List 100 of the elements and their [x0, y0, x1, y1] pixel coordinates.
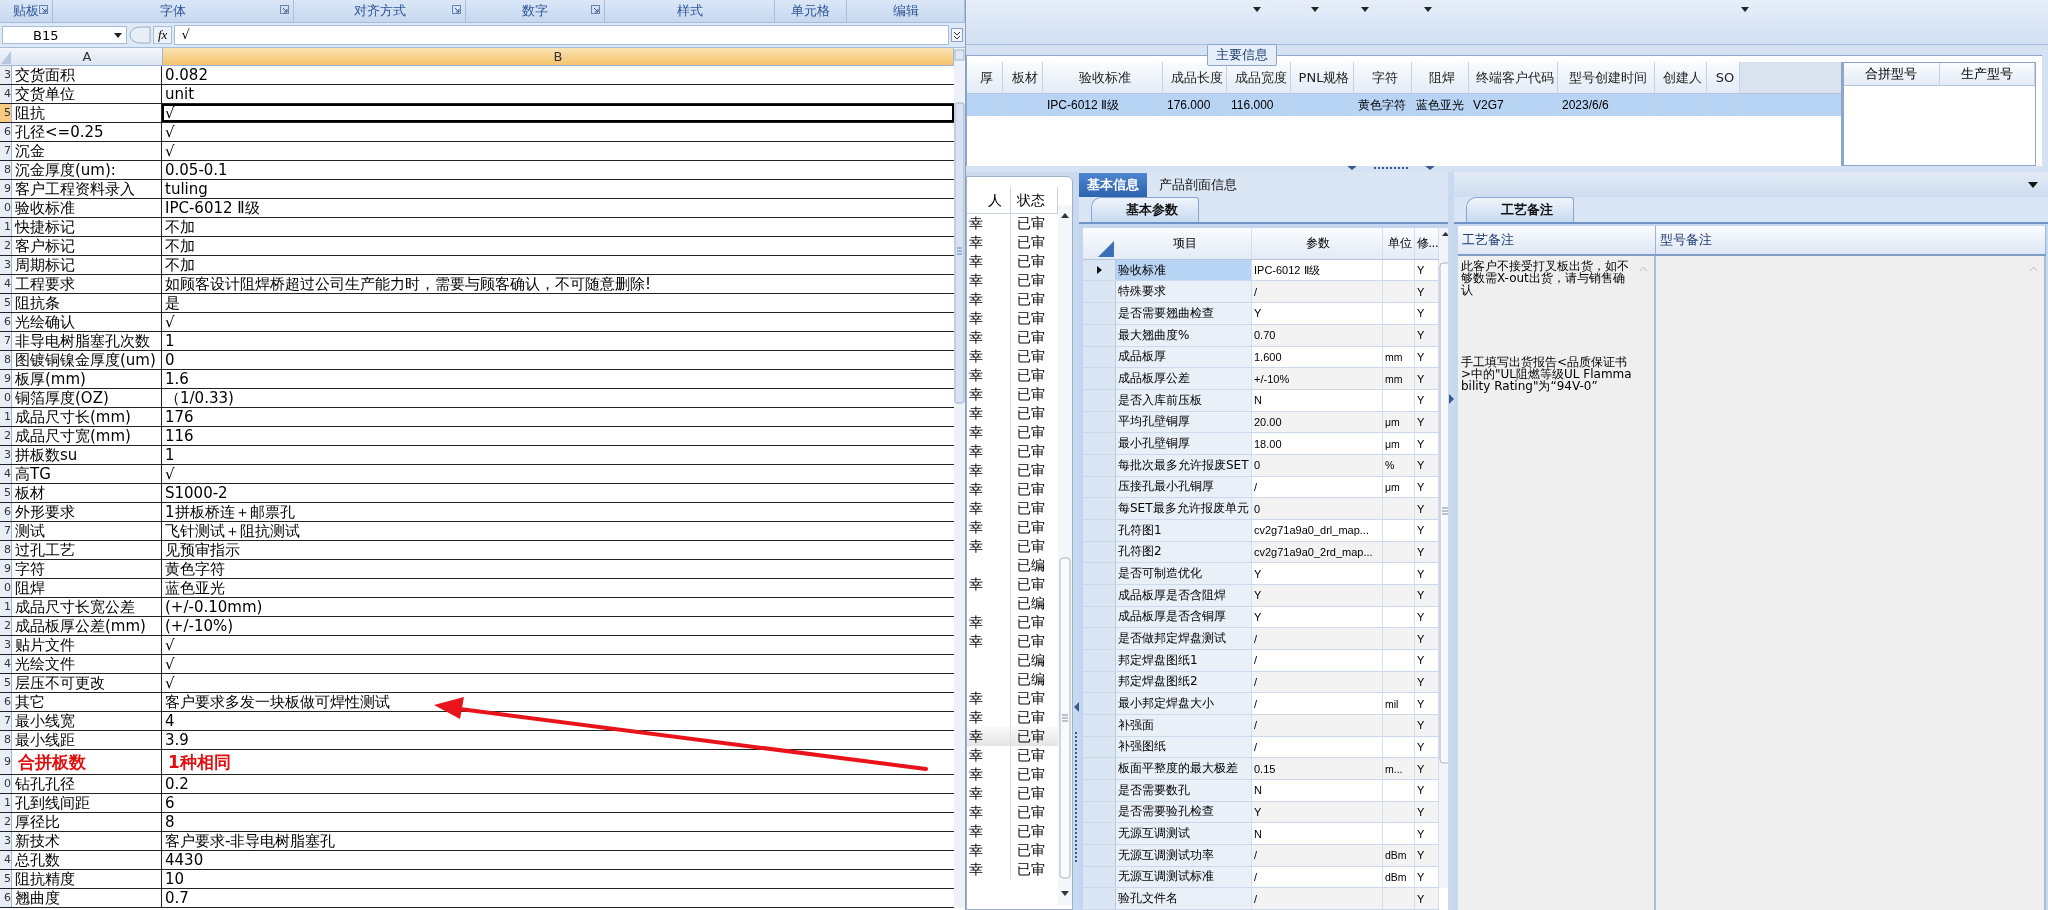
name-box[interactable]: B15: [2, 26, 127, 44]
column-header[interactable]: 字符: [1354, 62, 1412, 93]
row-header[interactable]: 3: [0, 66, 12, 84]
list-row[interactable]: 幸 已审: [967, 271, 1058, 290]
list-row[interactable]: 幸 已审: [967, 746, 1058, 765]
list-row[interactable]: 幸 已审: [967, 537, 1058, 556]
list-row[interactable]: 已编: [967, 670, 1058, 689]
column-header[interactable]: B: [163, 48, 954, 65]
row-header[interactable]: 9: [0, 560, 12, 578]
list-row[interactable]: 幸 已审: [967, 214, 1058, 233]
dialog-launcher-icon[interactable]: [39, 5, 48, 14]
dialog-launcher-icon[interactable]: [452, 5, 461, 14]
tab[interactable]: 基本信息: [1079, 173, 1147, 197]
row-header[interactable]: 8: [0, 161, 12, 179]
column-header[interactable]: 终端客户代码: [1469, 62, 1558, 93]
list-row[interactable]: 幸 已审: [967, 480, 1058, 499]
row-header[interactable]: 4: [0, 655, 12, 673]
column-header[interactable]: 参数: [1252, 228, 1383, 259]
table-row[interactable]: IPC-6012 Ⅱ级 176.000 116.000 黄色字符 蓝色亚光 V2G7 2023/6/6: [967, 94, 1841, 116]
list-row[interactable]: 幸 已审: [967, 841, 1058, 860]
row-header[interactable]: 3: [0, 832, 12, 850]
list-row[interactable]: 幸 已审: [967, 803, 1058, 822]
row-header[interactable]: 1: [0, 794, 12, 812]
list-row[interactable]: 幸 已审: [967, 252, 1058, 271]
row-header[interactable]: 0: [0, 579, 12, 597]
list-row[interactable]: 幸 已审: [967, 328, 1058, 347]
row-header[interactable]: 3: [0, 446, 12, 464]
tab[interactable]: 基本参数: [1091, 197, 1199, 222]
column-header[interactable]: 验收标准: [1043, 62, 1163, 93]
list-row[interactable]: 幸 已审: [967, 233, 1058, 252]
row-header[interactable]: 2: [0, 617, 12, 635]
dialog-launcher-icon[interactable]: [591, 5, 600, 14]
formula-field[interactable]: √: [174, 25, 949, 45]
list-row[interactable]: 已编: [967, 594, 1058, 613]
column-header[interactable]: 成品长度: [1163, 62, 1227, 93]
list-row[interactable]: 幸 已审: [967, 309, 1058, 328]
row-header[interactable]: 9: [0, 750, 12, 774]
tab[interactable]: 产品剖面信息: [1151, 173, 1245, 197]
column-header[interactable]: 单位: [1383, 228, 1415, 259]
function-button[interactable]: fx: [153, 26, 173, 44]
tab[interactable]: 工艺备注: [1466, 197, 1574, 222]
list-row[interactable]: 幸 已审: [967, 290, 1058, 309]
row-header[interactable]: 4: [0, 465, 12, 483]
row-header[interactable]: 4: [0, 275, 12, 293]
list-row[interactable]: 幸 已审: [967, 404, 1058, 423]
list-row[interactable]: 幸 已审: [967, 860, 1058, 879]
list-row[interactable]: 幸 已审: [967, 518, 1058, 537]
row-header[interactable]: 3: [0, 256, 12, 274]
row-header[interactable]: 0: [0, 199, 12, 217]
row-header[interactable]: 6: [0, 889, 12, 907]
column-header[interactable]: 型号创建时间: [1558, 62, 1655, 93]
row-header[interactable]: 4: [0, 85, 12, 103]
row-header[interactable]: 7: [0, 712, 12, 730]
row-header[interactable]: 7: [0, 142, 12, 160]
row-header[interactable]: 9: [0, 370, 12, 388]
list-row[interactable]: 幸 已审: [967, 632, 1058, 651]
column-header[interactable]: 人: [967, 187, 1011, 213]
row-header[interactable]: 1: [0, 218, 12, 236]
column-header[interactable]: 板材: [1003, 62, 1043, 93]
column-header[interactable]: 合拼型号: [1844, 63, 1940, 85]
row-header[interactable]: 4: [0, 851, 12, 869]
column-header[interactable]: 厚: [967, 62, 1003, 93]
column-header[interactable]: 创建人: [1655, 62, 1707, 93]
row-header[interactable]: 6: [0, 503, 12, 521]
list-row[interactable]: 已编: [967, 651, 1058, 670]
row-header[interactable]: 1: [0, 408, 12, 426]
row-header[interactable]: 7: [0, 522, 12, 540]
list-row[interactable]: 已编: [967, 556, 1058, 575]
list-row[interactable]: 幸 已审: [967, 461, 1058, 480]
row-header[interactable]: 1: [0, 598, 12, 616]
row-header[interactable]: 6: [0, 313, 12, 331]
list-row[interactable]: 幸 已审: [967, 575, 1058, 594]
column-header[interactable]: 成品宽度: [1227, 62, 1291, 93]
row-header[interactable]: 6: [0, 693, 12, 711]
dialog-launcher-icon[interactable]: [280, 5, 289, 14]
row-header[interactable]: 5: [0, 870, 12, 888]
list-row[interactable]: 幸 已审: [967, 499, 1058, 518]
row-header[interactable]: 0: [0, 775, 12, 793]
row-header[interactable]: 0: [0, 389, 12, 407]
row-header[interactable]: 3: [0, 636, 12, 654]
row-header[interactable]: 5: [0, 484, 12, 502]
list-row[interactable]: 幸 已审: [967, 784, 1058, 803]
list-row[interactable]: 幸 已审: [967, 822, 1058, 841]
note-field[interactable]: 此客户不接受打叉板出货，如不够数需X-out出货，请与销售确认 手工填写出货报告<品质保证书>中的"UL阻燃等级UL Flammability Rating"为“94V-0”: [1458, 256, 1656, 910]
row-header[interactable]: 7: [0, 332, 12, 350]
row-header[interactable]: 2: [0, 427, 12, 445]
column-header[interactable]: 工艺备注: [1458, 226, 1656, 254]
row-header[interactable]: 2: [0, 237, 12, 255]
column-header[interactable]: 阻焊: [1412, 62, 1469, 93]
column-header[interactable]: 项目: [1116, 228, 1252, 259]
column-header[interactable]: 型号备注: [1656, 226, 2046, 254]
list-row[interactable]: 幸 已审: [967, 423, 1058, 442]
list-row[interactable]: 幸 已审: [967, 366, 1058, 385]
row-header[interactable]: 2: [0, 813, 12, 831]
list-row[interactable]: 幸 已审: [967, 727, 1058, 746]
column-header[interactable]: 生产型号: [1939, 63, 2035, 85]
row-header[interactable]: 8: [0, 541, 12, 559]
row-header[interactable]: 8: [0, 351, 12, 369]
row-header[interactable]: [1083, 259, 1116, 281]
list-row[interactable]: 幸 已审: [967, 347, 1058, 366]
